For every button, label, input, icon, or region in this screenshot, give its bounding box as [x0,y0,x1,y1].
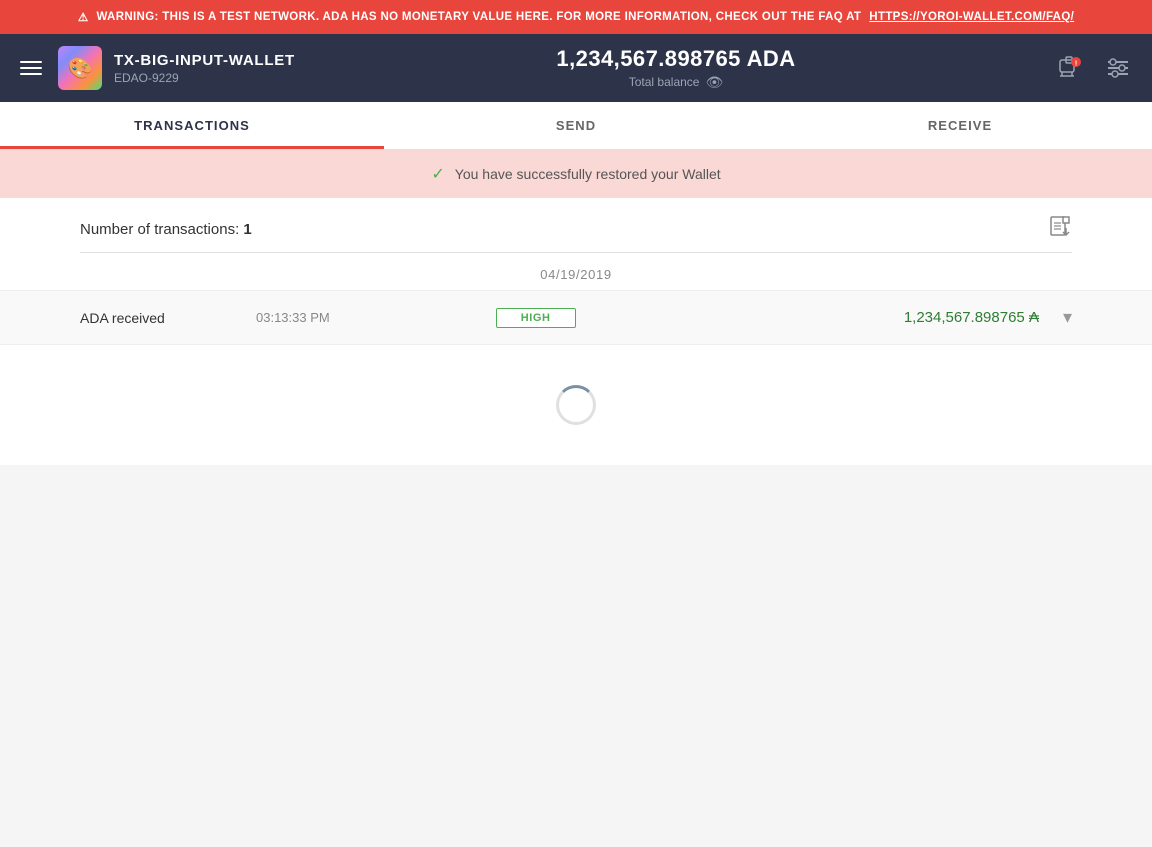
transactions-header: Number of transactions: 1 [0,198,1152,252]
header: 🎨 TX-BIG-INPUT-WALLET EDAO-9229 1,234,56… [0,34,1152,102]
date-label: 04/19/2019 [0,253,1152,290]
settings-button[interactable] [1100,50,1136,86]
wallet-id: EDAO-9229 [114,71,295,85]
loading-spinner [556,385,596,425]
transaction-expand-button[interactable]: ▾ [1063,307,1072,328]
wallet-avatar-image: 🎨 [58,46,102,90]
bell-icon: ! [1056,54,1084,82]
tab-receive[interactable]: RECEIVE [768,102,1152,149]
header-center: 1,234,567.898765 ADA Total balance 👁 [336,46,1016,91]
hamburger-menu-button[interactable] [16,57,46,79]
transaction-confidence-badge: HIGH [496,308,576,328]
wallet-name: TX-BIG-INPUT-WALLET [114,52,295,69]
success-banner: ✓ You have successfully restored your Wa… [0,150,1152,198]
balance-amount: 1,234,567.898765 ADA [336,46,1016,72]
hamburger-line-3 [20,73,42,75]
warning-icon: ⚠ [78,10,89,24]
main-content: Number of transactions: 1 04/19/2019 ADA… [0,198,1152,465]
svg-text:!: ! [1075,61,1077,68]
wallet-info: TX-BIG-INPUT-WALLET EDAO-9229 [114,52,295,85]
transactions-count-value: 1 [243,221,251,238]
loading-container [0,345,1152,465]
sliders-icon [1104,54,1132,82]
tab-transactions[interactable]: TRANSACTIONS [0,102,384,149]
transaction-amount: 1,234,567.898765 ₳ [592,309,1039,326]
tabs: TRANSACTIONS SEND RECEIVE [0,102,1152,150]
success-check-icon: ✓ [431,164,444,184]
table-row: ADA received 03:13:33 PM HIGH 1,234,567.… [0,290,1152,345]
warning-link[interactable]: HTTPS://YOROI-WALLET.COM/FAQ/ [869,11,1074,23]
hamburger-line-2 [20,67,42,69]
export-icon [1048,214,1072,238]
transactions-count: Number of transactions: 1 [80,221,252,238]
wallet-avatar: 🎨 [58,46,102,90]
success-message: You have successfully restored your Wall… [455,166,721,182]
transaction-time: 03:13:33 PM [256,310,480,325]
balance-label: Total balance 👁 [336,74,1016,91]
header-left: 🎨 TX-BIG-INPUT-WALLET EDAO-9229 [16,46,336,90]
notifications-button[interactable]: ! [1052,50,1088,86]
header-right: ! [1016,50,1136,86]
warning-text: WARNING: THIS IS A TEST NETWORK. ADA HAS… [96,11,861,23]
warning-bar: ⚠ WARNING: THIS IS A TEST NETWORK. ADA H… [0,0,1152,34]
tab-send[interactable]: SEND [384,102,768,149]
export-button[interactable] [1048,214,1072,244]
toggle-balance-icon[interactable]: 👁 [705,74,723,91]
transaction-type: ADA received [80,310,240,326]
hamburger-line-1 [20,61,42,63]
